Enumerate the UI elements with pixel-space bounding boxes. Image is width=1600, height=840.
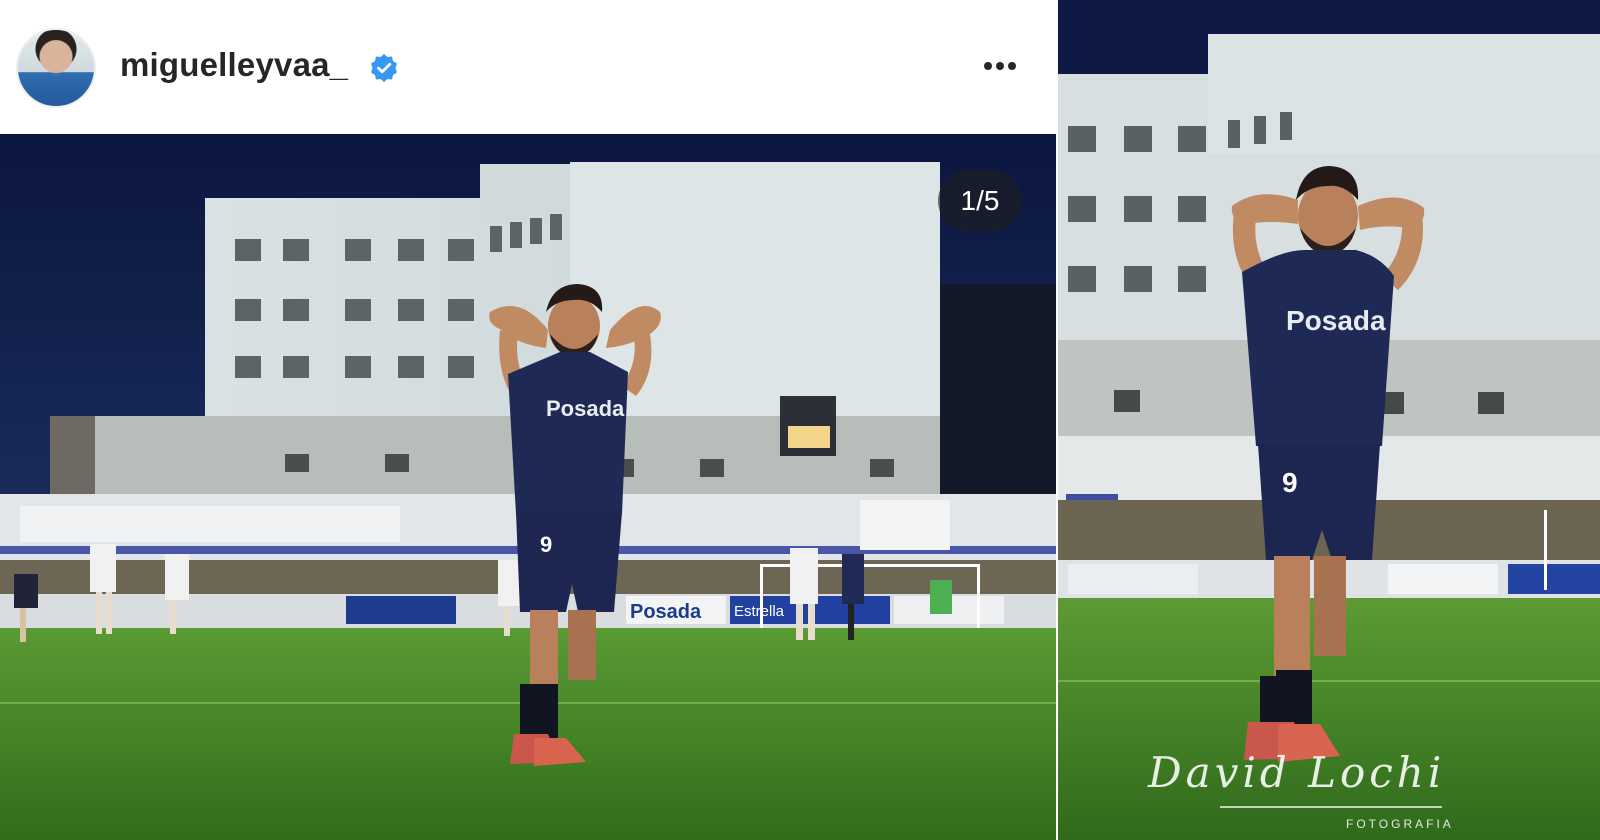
profile-avatar[interactable]: [16, 28, 96, 108]
ad-board-text: Estrella: [734, 603, 785, 620]
shorts-number: 9: [540, 532, 552, 557]
watermark-subtitle: FOTOGRAFIA: [1346, 817, 1454, 831]
match-photo-closeup-illustration: Posada 9: [1058, 0, 1600, 840]
more-dot-icon: [1008, 62, 1016, 70]
watermark-signature: David Lochi: [1148, 748, 1446, 797]
more-dot-icon: [984, 62, 992, 70]
shorts-number-closeup: 9: [1282, 467, 1298, 498]
ad-board-text: Posada: [630, 601, 702, 623]
post-photo[interactable]: Posada Estrella Posada 9: [0, 134, 1056, 840]
jersey-sponsor-closeup: Posada: [1286, 305, 1386, 336]
verified-badge-icon: [369, 53, 399, 83]
watermark-divider: [1220, 806, 1442, 808]
match-photo-illustration: Posada Estrella Posada 9: [0, 134, 1056, 840]
username[interactable]: miguelleyvaa_: [120, 46, 348, 84]
jersey-sponsor: Posada: [546, 396, 625, 421]
carousel-counter: 1/5: [938, 170, 1022, 232]
more-options-button[interactable]: [976, 54, 1024, 78]
post-header: miguelleyvaa_: [0, 0, 1056, 134]
instagram-post: miguelleyvaa_ Posada Estrella Posada 9 1…: [0, 0, 1056, 840]
more-dot-icon: [996, 62, 1004, 70]
side-photo: Posada 9: [1058, 0, 1600, 840]
